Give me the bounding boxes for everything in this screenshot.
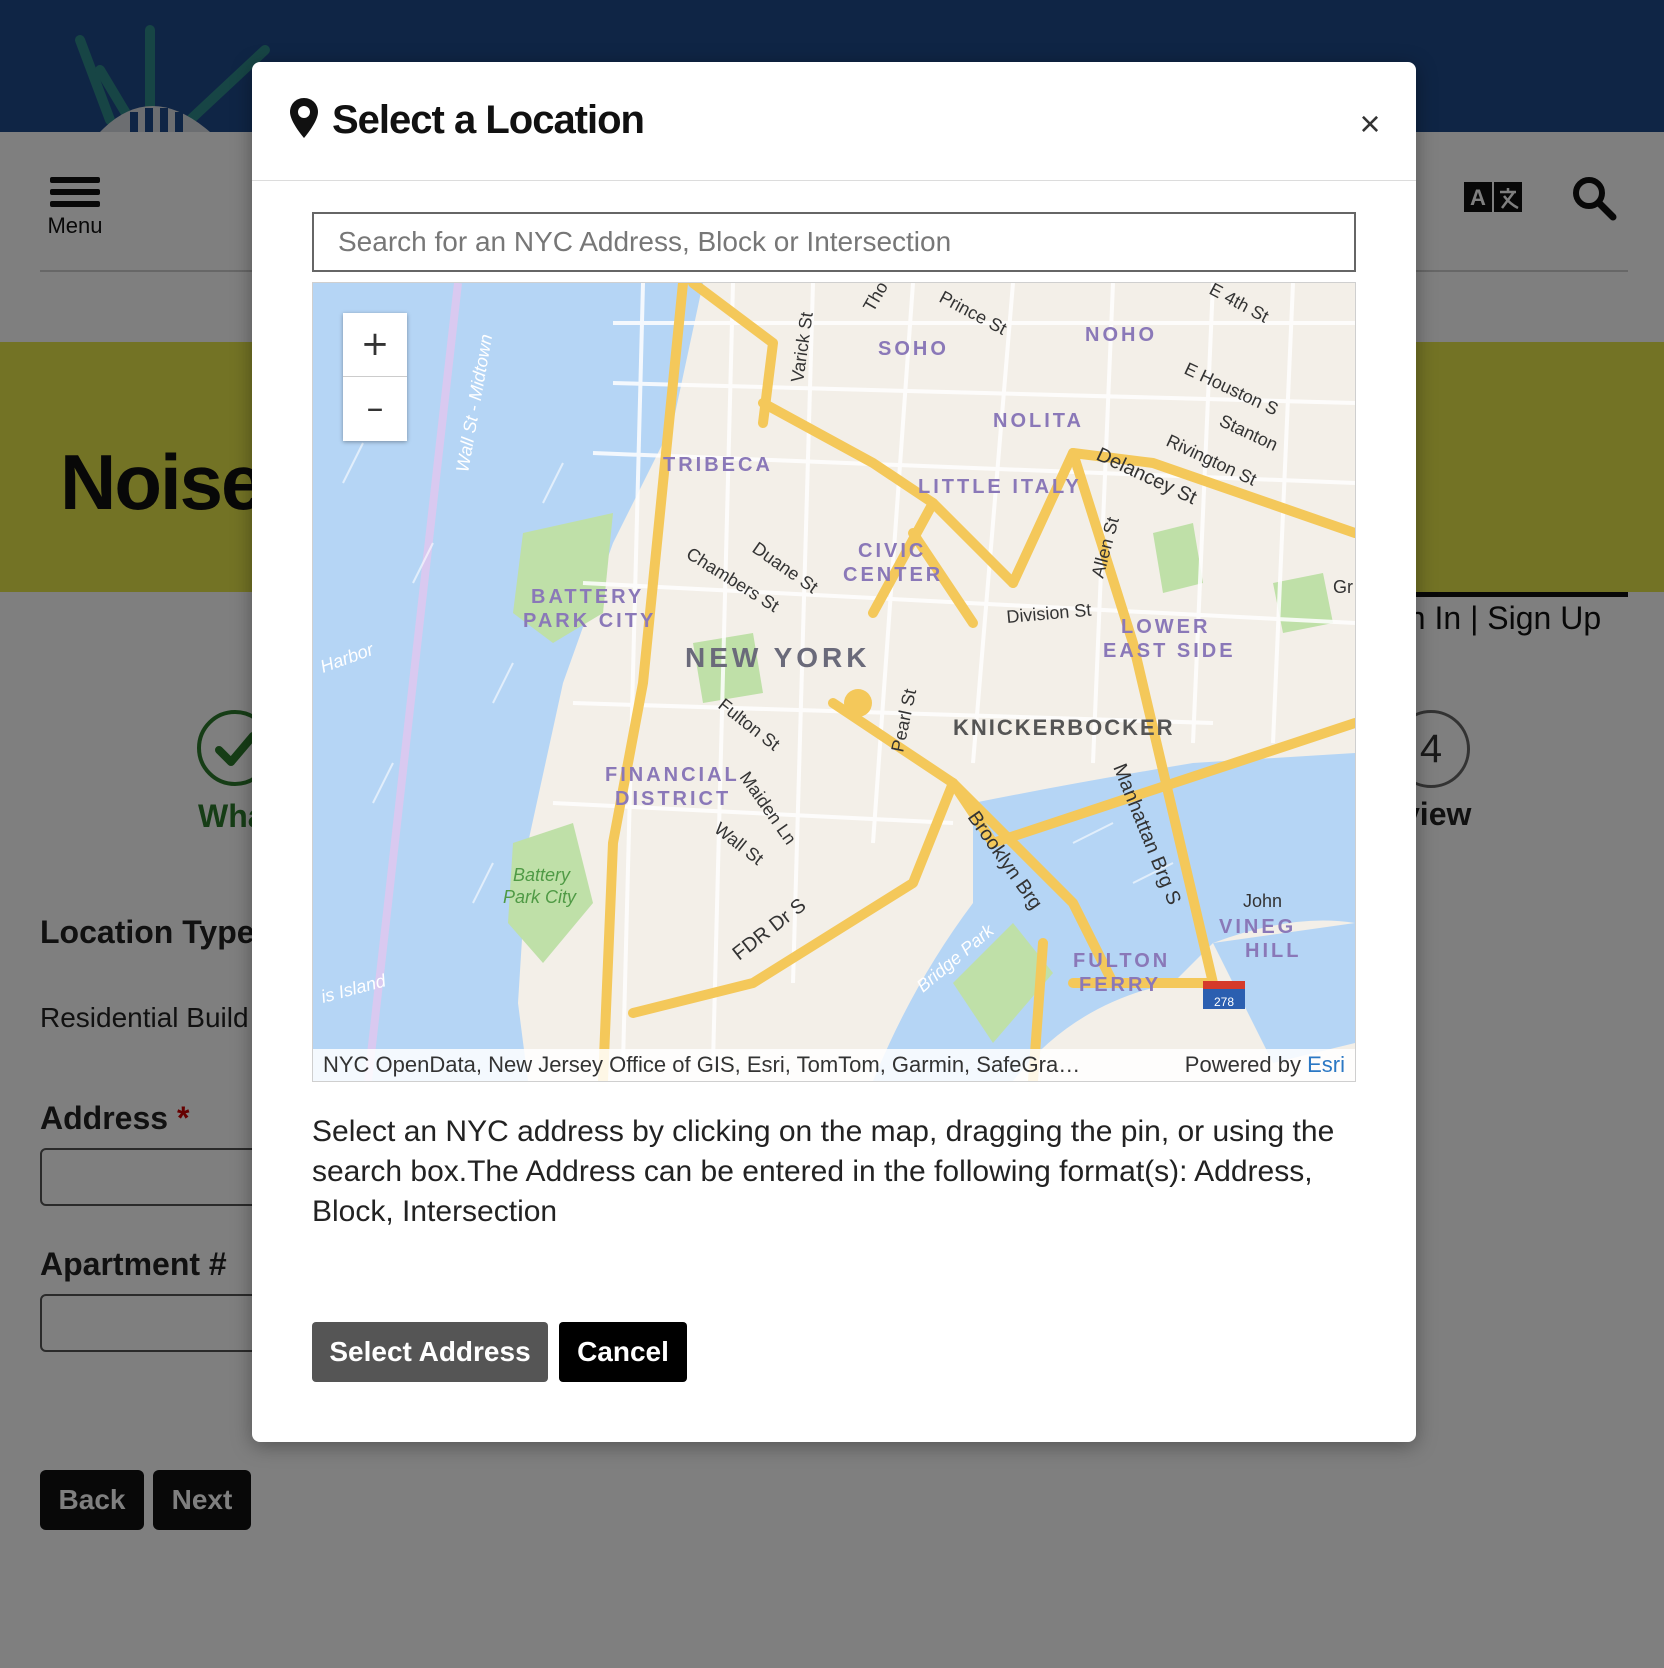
map-label-houston: E Houston S <box>1181 358 1281 419</box>
powered-by: Powered by Esri <box>1185 1049 1345 1081</box>
map-label-pearl: Pearl St <box>887 687 920 754</box>
map-label-gr: Gr <box>1333 577 1353 597</box>
map-label-fulton: FULTON <box>1073 950 1170 972</box>
map-tiles: 278 SOHO NOHO NOLITA TRIBECA LITTLE ITAL… <box>313 283 1355 1081</box>
map-label-little-italy: LITTLE ITALY <box>918 476 1082 498</box>
map-label-park-city: PARK CITY <box>523 610 656 632</box>
zoom-controls: + – <box>343 313 407 441</box>
map-pin-icon <box>290 98 318 138</box>
map-label-knickerbocker: KNICKERBOCKER <box>953 715 1175 740</box>
map-label-ferry: FERRY <box>1079 974 1161 996</box>
select-address-button[interactable]: Select Address <box>312 1322 548 1382</box>
map-label-vineg: VINEG <box>1219 916 1296 938</box>
map-label-tribeca: TRIBECA <box>663 454 773 476</box>
highway-shield-label: 278 <box>1214 995 1234 1009</box>
map-label-soho: SOHO <box>878 338 949 360</box>
map-label-nolita: NOLITA <box>993 410 1084 432</box>
close-button[interactable]: × <box>1352 106 1388 142</box>
map-label-tho: Tho <box>859 283 892 315</box>
modal-title: Select a Location <box>332 98 645 142</box>
powered-by-label: Powered by <box>1184 1052 1301 1077</box>
map-label-center: CENTER <box>843 564 943 586</box>
map-label-prince: Prince St <box>936 287 1010 339</box>
map-label-battery-park-1: Battery <box>513 865 571 885</box>
map-label-john: John <box>1243 891 1282 911</box>
map-label-civic: CIVIC <box>858 540 926 562</box>
map-label-battery: BATTERY <box>531 586 644 608</box>
map-label-district: DISTRICT <box>615 788 731 810</box>
map-label-e4th: E 4th St <box>1206 283 1272 327</box>
address-search-input[interactable] <box>312 212 1356 272</box>
map-label-battery-park-2: Park City <box>503 887 577 907</box>
map-instructions: Select an NYC address by clicking on the… <box>312 1115 1335 1228</box>
select-location-modal: Select a Location × Search for an NYC Ad… <box>252 62 1416 1442</box>
map-label-new-york: NEW YORK <box>685 642 871 673</box>
modal-header: Select a Location × <box>252 62 1416 181</box>
location-map[interactable]: 278 SOHO NOHO NOLITA TRIBECA LITTLE ITAL… <box>312 282 1356 1082</box>
zoom-in-button[interactable]: + <box>343 313 407 377</box>
map-label-hill: HILL <box>1245 940 1301 962</box>
cancel-button[interactable]: Cancel <box>559 1322 687 1382</box>
zoom-out-button[interactable]: – <box>343 377 407 441</box>
map-label-east-side: EAST SIDE <box>1103 640 1236 662</box>
map-label-lower: LOWER <box>1121 616 1210 638</box>
map-label-noho: NOHO <box>1085 324 1157 346</box>
map-label-fulton-st: Fulton St <box>715 694 784 754</box>
map-attribution: NYC OpenData, New Jersey Office of GIS, … <box>313 1049 1355 1081</box>
map-label-financial: FINANCIAL <box>605 764 740 786</box>
attribution-text: NYC OpenData, New Jersey Office of GIS, … <box>323 1052 1081 1077</box>
esri-link[interactable]: Esri <box>1307 1052 1345 1077</box>
